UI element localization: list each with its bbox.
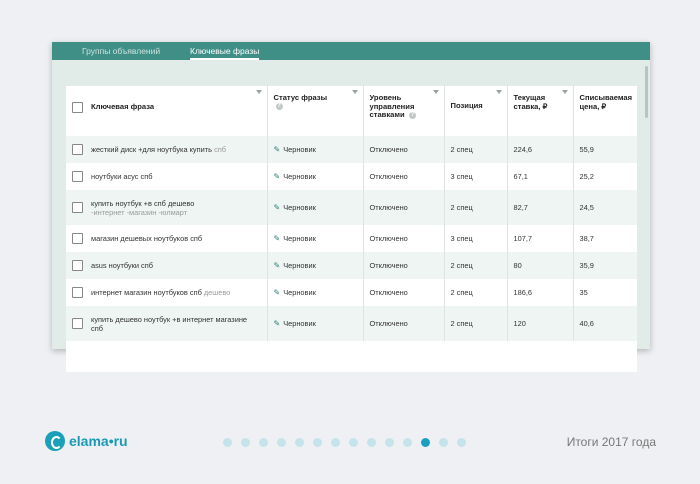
row-checkbox[interactable] [72,287,83,298]
edit-icon[interactable]: ✎ [274,261,281,270]
table-row[interactable]: asus ноутбуки спб ✎ Черновик Отключено 2 … [66,252,637,279]
tab-ad-groups[interactable]: Группы объявлений [82,46,160,56]
table-header-row: Ключевая фраза Статус фразы ? Уровень уп… [66,86,637,136]
pagination-dot[interactable] [295,438,304,447]
table-row[interactable]: магазин дешевых ноутбуков спб ✎ Черновик … [66,225,637,252]
pagination-dot[interactable] [277,438,286,447]
edit-icon[interactable]: ✎ [274,319,281,328]
help-icon[interactable]: ? [275,103,283,111]
table-row[interactable]: купить ноутбук +в спб дешево -интернет -м… [66,190,637,225]
row-checkbox[interactable] [72,318,83,329]
keywords-table: Ключевая фраза Статус фразы ? Уровень уп… [66,86,637,372]
row-checkbox[interactable] [72,260,83,271]
tab-keywords[interactable]: Ключевые фразы [190,46,260,60]
header-charged-price[interactable]: Списываемая цена, ₽ [573,86,637,136]
help-icon[interactable]: ? [408,111,416,119]
header-position[interactable]: Позиция [444,86,508,136]
filter-icon[interactable] [561,90,568,94]
row-checkbox[interactable] [72,233,83,244]
scrollbar[interactable] [645,66,648,118]
row-checkbox[interactable] [72,171,83,182]
pagination-dot[interactable] [223,438,232,447]
table-row[interactable]: интернет магазин ноутбуков спб дешево ✎ Ч… [66,279,637,306]
pagination-dot[interactable] [331,438,340,447]
pagination-dot[interactable] [241,438,250,447]
row-checkbox[interactable] [72,144,83,155]
pagination-dot[interactable] [457,438,466,447]
elama-logo-icon [45,431,65,451]
pagination-dot[interactable] [385,438,394,447]
logo-text: elama•ru [69,433,128,449]
header-status[interactable]: Статус фразы ? [267,86,364,136]
table-row[interactable]: купить дешево ноутбук +в интернет магази… [66,306,637,341]
slide-pagination [223,438,466,447]
table-row[interactable]: жесткий диск +для ноутбука купить спб ✎ Ч… [66,136,637,163]
elama-logo[interactable]: elama•ru [45,431,128,451]
pagination-dot[interactable] [313,438,322,447]
row-checkbox[interactable] [72,202,83,213]
screenshot-card: Группы объявлений Ключевые фразы Ключева… [52,42,650,372]
pagination-dot[interactable] [421,438,430,447]
header-bid-level[interactable]: Уровень управления ставками ? [363,86,445,136]
pagination-dot[interactable] [439,438,448,447]
tab-bar: Группы объявлений Ключевые фразы [52,42,650,60]
pagination-dot[interactable] [403,438,412,447]
edit-icon[interactable]: ✎ [274,288,281,297]
edit-icon[interactable]: ✎ [274,172,281,181]
pagination-dot[interactable] [259,438,268,447]
pagination-dot[interactable] [367,438,376,447]
filter-icon[interactable] [255,90,262,94]
footer-title: Итоги 2017 года [566,435,656,449]
edit-icon[interactable]: ✎ [274,145,281,154]
pagination-dot[interactable] [349,438,358,447]
select-all-checkbox[interactable] [72,102,83,113]
filter-icon[interactable] [495,90,502,94]
edit-icon[interactable]: ✎ [274,234,281,243]
filter-icon[interactable] [432,90,439,94]
table-row[interactable]: ноутбуки асус спб ✎ Черновик Отключено 3 … [66,163,637,190]
header-current-bid[interactable]: Текущая ставка, ₽ [507,86,574,136]
header-keyword[interactable]: Ключевая фраза [66,86,268,136]
edit-icon[interactable]: ✎ [274,203,281,212]
filter-icon[interactable] [351,90,358,94]
